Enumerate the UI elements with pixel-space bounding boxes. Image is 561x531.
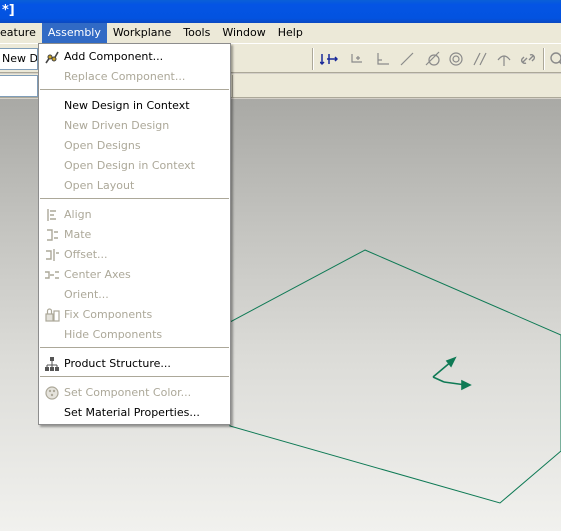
link-icon[interactable]	[519, 50, 537, 68]
menu-item-offset: Offset...	[39, 245, 230, 265]
menu-item-label: Replace Component...	[64, 70, 186, 83]
parallel-icon[interactable]	[471, 50, 489, 68]
toolbar-separator	[543, 48, 545, 70]
menu-bar: eature Assembly Workplane Tools Window H…	[0, 23, 561, 43]
menu-item-add-component[interactable]: Add Component...	[39, 47, 230, 67]
align-icon	[43, 207, 60, 223]
fix-components-icon	[43, 307, 60, 323]
menu-workplane[interactable]: Workplane	[107, 23, 177, 43]
concentric-icon[interactable]	[447, 50, 465, 68]
mate-icon	[43, 227, 60, 243]
menu-item-label: Hide Components	[64, 328, 163, 341]
menu-separator	[40, 89, 229, 91]
menu-item-label: Add Component...	[64, 50, 164, 63]
menu-item-label: Mate	[64, 228, 92, 241]
menu-separator	[40, 198, 229, 200]
offset-icon	[43, 247, 60, 263]
coordinate-triad	[432, 356, 472, 391]
menu-assembly[interactable]: Assembly	[41, 23, 107, 43]
menu-item-set-component-color: Set Component Color...	[39, 383, 230, 403]
menu-item-label: New Design in Context	[64, 99, 190, 112]
menu-item-hide-components: Hide Components	[39, 325, 230, 345]
menu-item-orient: Orient...	[39, 285, 230, 305]
workplane	[229, 249, 561, 504]
menu-item-fix-components: Fix Components	[39, 305, 230, 325]
toolbar-separator	[312, 48, 314, 70]
product-structure-icon	[43, 356, 60, 372]
angle-icon[interactable]	[374, 50, 392, 68]
menu-window[interactable]: Window	[216, 23, 271, 43]
menu-item-label: Align	[64, 208, 92, 221]
center-axes-icon	[43, 267, 60, 283]
menu-item-label: Set Material Properties...	[64, 406, 200, 419]
title-bar: *]	[0, 0, 561, 23]
menu-item-label: New Driven Design	[64, 119, 170, 132]
menu-item-label: Center Axes	[64, 268, 131, 281]
tangent-circle-icon[interactable]	[424, 50, 442, 68]
menu-separator	[40, 347, 229, 349]
menu-item-product-structure[interactable]: Product Structure...	[39, 354, 230, 374]
menu-help[interactable]: Help	[272, 23, 309, 43]
menu-item-label: Orient...	[64, 288, 109, 301]
menu-item-label: Open Layout	[64, 179, 135, 192]
menu-item-label: Fix Components	[64, 308, 153, 321]
zoom-icon[interactable]	[548, 50, 561, 68]
menu-item-new-driven-design: New Driven Design	[39, 116, 230, 136]
new-design-field[interactable]: New De	[0, 48, 38, 70]
menu-item-align: Align	[39, 205, 230, 225]
menu-item-label: Set Component Color...	[64, 386, 192, 399]
color-icon	[43, 385, 60, 401]
window-title: *]	[2, 3, 15, 18]
menu-item-label: Offset...	[64, 248, 108, 261]
menu-separator	[40, 376, 229, 378]
add-component-icon	[43, 49, 60, 65]
menu-item-set-material-properties[interactable]: Set Material Properties...	[39, 403, 230, 423]
menu-item-replace-component: Replace Component...	[39, 67, 230, 87]
menu-item-label: Open Design in Context	[64, 159, 195, 172]
line-icon[interactable]	[398, 50, 416, 68]
menu-item-label: Open Designs	[64, 139, 141, 152]
toolbar-field[interactable]	[0, 75, 38, 97]
menu-item-open-design-in-context: Open Design in Context	[39, 156, 230, 176]
toolbar-separator	[232, 75, 240, 97]
menu-item-center-axes: Center Axes	[39, 265, 230, 285]
move-icon[interactable]	[348, 50, 366, 68]
menu-item-open-designs: Open Designs	[39, 136, 230, 156]
menu-item-label: Product Structure...	[64, 357, 171, 370]
xyz-axes-icon[interactable]	[319, 50, 339, 68]
menu-tools[interactable]: Tools	[177, 23, 216, 43]
sketch-point-icon[interactable]	[495, 50, 513, 68]
assembly-menu: Add Component... Replace Component... Ne…	[38, 43, 231, 425]
menu-item-new-design-in-context[interactable]: New Design in Context	[39, 96, 230, 116]
menu-feature[interactable]: eature	[0, 23, 42, 43]
menu-item-open-layout: Open Layout	[39, 176, 230, 196]
menu-item-mate: Mate	[39, 225, 230, 245]
